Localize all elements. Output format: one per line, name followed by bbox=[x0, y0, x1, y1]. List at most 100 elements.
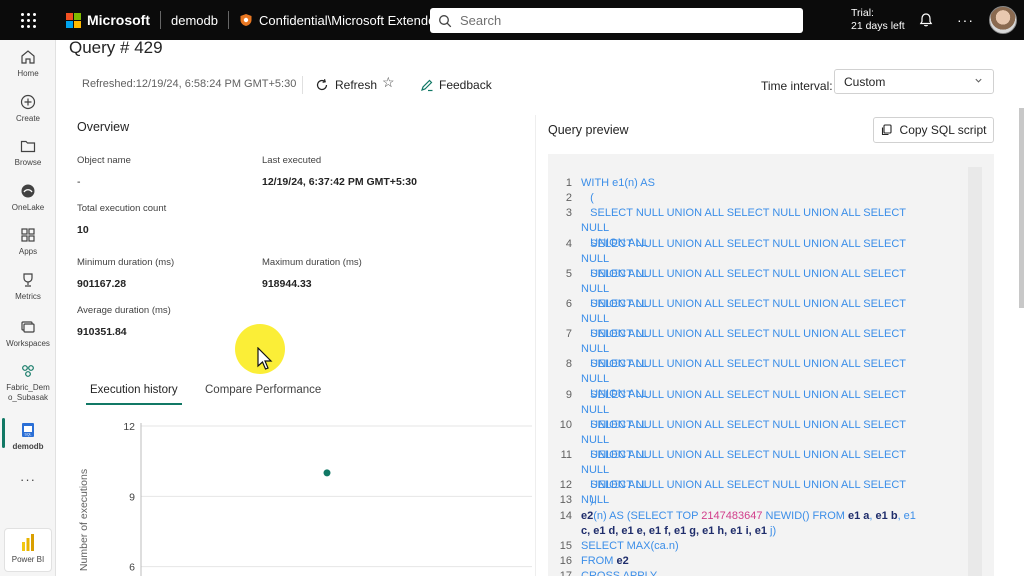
refresh-button[interactable]: Refresh bbox=[315, 74, 377, 96]
line-number: 16 bbox=[559, 555, 572, 567]
line-number: 5 bbox=[565, 267, 572, 280]
query-preview-heading: Query preview bbox=[548, 123, 629, 137]
rail-label: Workspaces bbox=[6, 339, 50, 348]
rail-item-apps[interactable]: Apps bbox=[0, 226, 56, 256]
line-number: 1 bbox=[565, 177, 572, 189]
y-tick-label: 6 bbox=[129, 562, 135, 574]
line-number: 3 bbox=[565, 207, 572, 220]
avg-duration-label: Average duration (ms) bbox=[77, 305, 171, 316]
app-launcher-button[interactable] bbox=[0, 0, 56, 40]
line-number: 8 bbox=[565, 358, 572, 371]
search-icon bbox=[439, 14, 452, 27]
y-axis-ticks: 12 9 6 bbox=[123, 421, 135, 574]
divider bbox=[160, 11, 161, 29]
divider bbox=[302, 76, 303, 94]
min-duration-label: Minimum duration (ms) bbox=[77, 257, 175, 268]
y-axis-label: Number of executions bbox=[78, 469, 90, 571]
copy-sql-script-label: Copy SQL script bbox=[899, 123, 987, 137]
metrics-trophy-icon bbox=[23, 273, 33, 287]
code-text: e2(n) AS (SELECT TOP 2147483647 NEWID() … bbox=[581, 509, 916, 537]
rail-item-browse[interactable]: Browse bbox=[0, 137, 56, 167]
line-number: 6 bbox=[565, 298, 572, 310]
time-interval-label: Time interval: bbox=[761, 79, 833, 93]
left-nav-rail: Home Create Browse OneLake Apps Metrics … bbox=[0, 40, 56, 576]
rail-item-metrics[interactable]: Metrics bbox=[0, 271, 56, 301]
home-icon bbox=[21, 50, 35, 64]
trial-status[interactable]: Trial: 21 days left bbox=[851, 7, 905, 33]
total-execution-count-label: Total execution count bbox=[77, 203, 167, 214]
search-placeholder: Search bbox=[460, 13, 502, 28]
trial-days-left: 21 days left bbox=[851, 20, 905, 32]
code-text: WITH e1(n) AS bbox=[581, 177, 655, 189]
rail-label: Create bbox=[15, 114, 40, 123]
feedback-icon bbox=[421, 79, 433, 92]
power-bi-switcher[interactable]: Power BI bbox=[4, 528, 52, 572]
sensitivity-label: Confidential\Microsoft Extended bbox=[258, 12, 443, 28]
line-number: 15 bbox=[559, 539, 572, 552]
pane-divider bbox=[535, 115, 536, 576]
rail-label: Home bbox=[17, 69, 39, 78]
tab-execution-history[interactable]: Execution history bbox=[90, 384, 178, 396]
selected-tab-indicator bbox=[86, 403, 182, 405]
time-interval-value: Custom bbox=[844, 75, 886, 89]
object-name-label: Object name bbox=[77, 155, 131, 166]
waffle-icon bbox=[20, 12, 36, 28]
code-text: FROM e2 bbox=[581, 555, 629, 567]
max-duration-label: Maximum duration (ms) bbox=[262, 257, 362, 268]
rail-item-onelake[interactable]: OneLake bbox=[0, 182, 56, 212]
rail-label: demodb bbox=[12, 442, 44, 451]
microsoft-logo-icon bbox=[66, 12, 81, 28]
sql-code-viewer[interactable]: 1 WITH e1(n) AS 2 (3 SELECT NULL UNION ALL… bbox=[548, 154, 994, 576]
create-icon bbox=[20, 94, 36, 110]
workspaces-icon bbox=[21, 321, 35, 333]
page-scrollbar[interactable] bbox=[1019, 108, 1024, 308]
line-number: 12 bbox=[559, 479, 572, 492]
code-scrollbar[interactable] bbox=[968, 167, 982, 576]
favorite-star-icon[interactable]: ☆ bbox=[382, 74, 395, 91]
trial-label: Trial: bbox=[851, 7, 874, 19]
line-number: 2 bbox=[565, 192, 572, 205]
settings-more-button[interactable]: ··· bbox=[957, 12, 974, 28]
line-number: 7 bbox=[565, 328, 572, 341]
avg-duration-value: 910351.84 bbox=[77, 326, 127, 338]
search-input[interactable]: Search bbox=[430, 8, 803, 33]
overview-heading: Overview bbox=[77, 120, 130, 134]
rail-item-create[interactable]: Create bbox=[0, 93, 56, 123]
refreshed-timestamp: Refreshed:12/19/24, 6:58:24 PM GMT+5:30 bbox=[82, 78, 297, 90]
sensitivity-label-button[interactable]: Confidential\Microsoft Extended bbox=[239, 13, 461, 28]
line-number: 17 bbox=[548, 569, 572, 576]
apps-icon bbox=[21, 228, 35, 242]
execution-history-chart: Number of executions 12 9 6 bbox=[78, 421, 532, 576]
microsoft-logo[interactable]: Microsoft bbox=[66, 12, 150, 28]
rail-item-demodb[interactable]: SQL demodb bbox=[0, 421, 56, 451]
notifications-icon[interactable] bbox=[918, 12, 934, 28]
tab-compare-performance[interactable]: Compare Performance bbox=[205, 384, 321, 396]
database-icon: SQL bbox=[22, 423, 34, 437]
power-bi-label: Power BI bbox=[11, 555, 45, 564]
copy-icon bbox=[881, 124, 892, 136]
rail-label: OneLake bbox=[11, 203, 45, 212]
object-name-value: - bbox=[77, 176, 81, 188]
refresh-icon bbox=[316, 79, 328, 91]
svg-text:SQL: SQL bbox=[24, 433, 31, 437]
copy-sql-script-button[interactable]: Copy SQL script bbox=[873, 117, 994, 143]
feedback-label: Feedback bbox=[439, 78, 492, 92]
rail-more-button[interactable]: ··· bbox=[0, 472, 56, 487]
total-execution-count-value: 10 bbox=[77, 224, 89, 236]
chart-grid bbox=[141, 425, 532, 568]
data-point[interactable] bbox=[323, 469, 331, 477]
workspace-breadcrumb[interactable]: demodb bbox=[171, 13, 218, 28]
feedback-button[interactable]: Feedback bbox=[420, 74, 492, 96]
line-number: 11 bbox=[560, 449, 572, 461]
last-executed-value: 12/19/24, 6:37:42 PM GMT+5:30 bbox=[262, 176, 417, 188]
rail-label: Apps bbox=[18, 247, 38, 256]
rail-item-fabric-workspace[interactable]: Fabric_Demo_Subasak bbox=[0, 362, 56, 403]
code-text: ), bbox=[581, 494, 597, 507]
main-content: Query # 429 Refreshed:12/19/24, 6:58:24 … bbox=[57, 40, 1024, 576]
divider bbox=[227, 11, 229, 29]
rail-item-home[interactable]: Home bbox=[0, 48, 56, 78]
rail-item-workspaces[interactable]: Workspaces bbox=[0, 318, 56, 348]
time-interval-dropdown[interactable]: Custom bbox=[834, 69, 994, 94]
y-tick-label: 12 bbox=[123, 421, 135, 433]
avatar[interactable] bbox=[989, 6, 1017, 34]
